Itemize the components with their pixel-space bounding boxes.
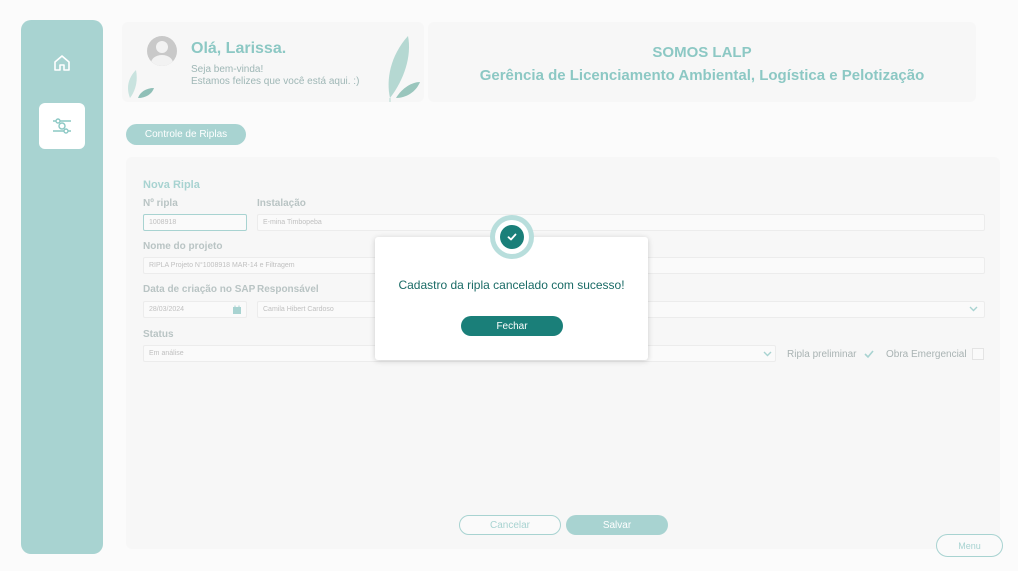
close-button[interactable]: Fechar <box>461 316 563 336</box>
modal-message: Cadastro da ripla cancelado com sucesso! <box>398 278 625 292</box>
success-badge <box>490 215 534 259</box>
check-icon <box>507 233 517 241</box>
